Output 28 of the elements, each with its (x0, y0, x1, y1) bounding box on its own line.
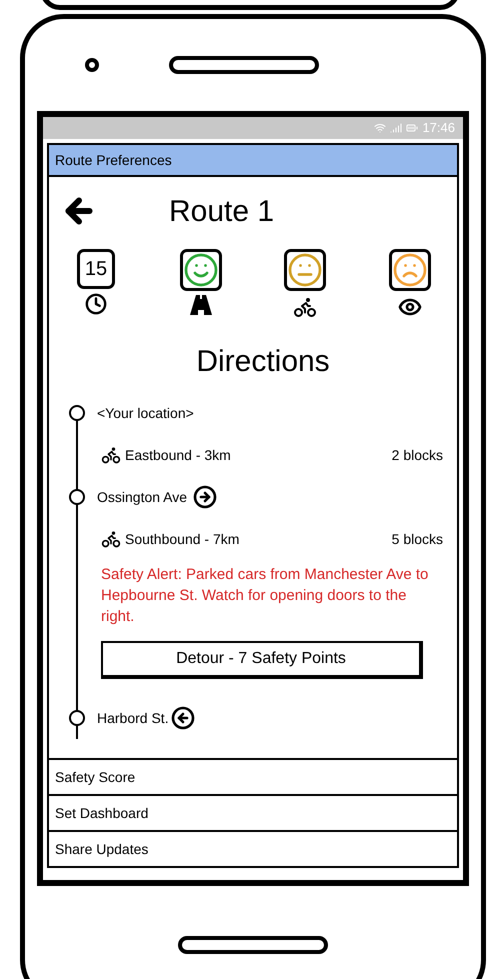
camera (85, 58, 99, 72)
timeline-node (69, 710, 85, 726)
stop-name: Harbord St. (97, 708, 169, 728)
clock-icon (85, 293, 107, 315)
bicycle-icon (293, 295, 318, 319)
stop-name: Ossington Ave (97, 488, 188, 507)
home-button[interactable] (178, 936, 328, 954)
block-count: 2 blocks (392, 446, 443, 464)
battery-icon (406, 122, 418, 134)
timeline-node (69, 405, 85, 421)
stop-name: <Your location> (97, 404, 194, 422)
route-title: Route 1 (169, 194, 274, 230)
detour-button[interactable]: Detour - 7 Safety Points (101, 641, 423, 679)
directions-heading: Directions (196, 344, 330, 380)
timeline-node (69, 489, 85, 505)
road-icon (190, 295, 212, 315)
accordion-header[interactable]: Safety Score (47, 760, 459, 796)
signal-icon (390, 122, 402, 134)
leg-description: Eastbound - 3km (125, 446, 231, 464)
duration-badge: 15 (77, 249, 115, 289)
accordion-header[interactable]: Set Dashboard (47, 796, 459, 832)
bicycle-icon (101, 529, 121, 549)
alert-text: Safety Alert: Parked cars from Manchester Ave to Hepbourne St. Watch for opening doors to the right. (101, 565, 430, 627)
leg-description: Southbound - 7km (125, 530, 240, 548)
block-count: 5 blocks (392, 530, 443, 548)
bicycle-icon (101, 445, 121, 465)
accordion-header[interactable]: Route Preferences (49, 145, 457, 177)
accordion-header[interactable]: Share Updates (47, 832, 459, 868)
